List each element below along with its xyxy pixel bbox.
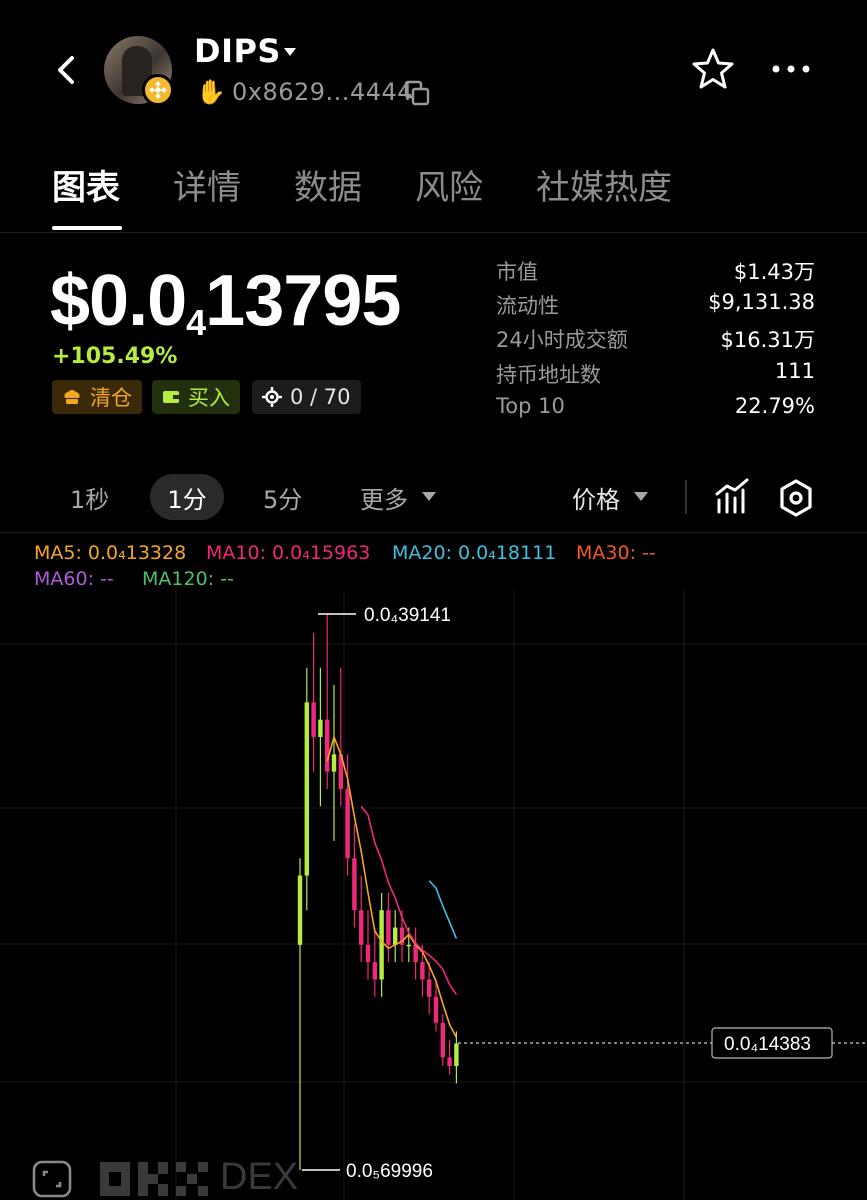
hand-icon: ✋ xyxy=(196,78,226,106)
ma20-label: MA20: 0.0₄18111 xyxy=(392,542,557,564)
candle-body xyxy=(311,702,316,737)
candle-body xyxy=(325,719,330,772)
ma60-label: MA60: -- xyxy=(34,568,114,590)
stat-label-volume: 24小时成交额 xyxy=(496,328,628,352)
stat-value-holders: 111 xyxy=(774,359,815,383)
price-change: +105.49% xyxy=(52,344,178,369)
active-tab-indicator xyxy=(52,226,122,230)
sell-all-button[interactable]: 清仓 xyxy=(52,380,142,414)
chevron-down-icon[interactable] xyxy=(422,492,436,501)
candle-body xyxy=(420,962,425,980)
ma20-line xyxy=(428,880,458,939)
candle-body xyxy=(352,858,357,911)
chef-hat-icon xyxy=(62,388,82,406)
candle-body xyxy=(372,962,377,980)
okx-logo-icon xyxy=(100,1162,208,1196)
candle-body xyxy=(433,996,439,1023)
divider xyxy=(0,532,867,533)
candle-body xyxy=(447,1057,452,1067)
divider xyxy=(685,480,687,514)
candle-body xyxy=(318,719,323,737)
stat-value-top10: 22.79% xyxy=(734,394,815,418)
candle-body xyxy=(406,944,411,947)
candle-body xyxy=(440,1022,445,1058)
current-price-label: 0.0₄14383 xyxy=(724,1034,811,1055)
candle-body xyxy=(386,910,391,945)
indicator-icon[interactable] xyxy=(715,478,749,514)
interval-5m[interactable]: 5分 xyxy=(263,480,302,515)
candle-body xyxy=(331,754,337,772)
stat-label-top10: Top 10 xyxy=(496,394,565,418)
price-chart[interactable]: 0.0₄39141 0.0₅69996 0.0₄14383 xyxy=(0,590,867,1200)
stat-value-liquidity: $9,131.38 xyxy=(708,290,815,314)
ma120-label: MA120: -- xyxy=(142,568,234,590)
stat-label-market-cap: 市值 xyxy=(496,260,538,284)
chevron-down-icon[interactable] xyxy=(634,492,648,501)
tab-details[interactable]: 详情 xyxy=(173,160,241,209)
tab-chart[interactable]: 图表 xyxy=(52,160,120,209)
dex-watermark: DEX xyxy=(220,1156,299,1198)
interval-more[interactable]: 更多 xyxy=(360,480,408,515)
bnb-chain-icon xyxy=(142,74,174,106)
copy-icon[interactable] xyxy=(404,80,430,106)
ma30-label: MA30: -- xyxy=(576,542,656,564)
stat-value-market-cap: $1.43万 xyxy=(733,260,815,284)
interval-1s[interactable]: 1秒 xyxy=(70,480,109,515)
candle-body xyxy=(359,910,364,945)
buy-button[interactable]: 买入 xyxy=(152,380,240,414)
ma5-line xyxy=(326,734,458,1038)
tab-data[interactable]: 数据 xyxy=(294,160,362,209)
candle-body xyxy=(304,702,309,876)
price-mode-select[interactable]: 价格 xyxy=(572,480,620,515)
candle-body xyxy=(297,875,303,945)
candle-body xyxy=(393,927,398,945)
current-price: $0.0413795 xyxy=(50,261,401,343)
divider xyxy=(0,232,867,233)
interval-1m[interactable]: 1分 xyxy=(150,474,224,520)
wallet-icon xyxy=(162,389,180,405)
target-icon xyxy=(262,387,282,407)
ma10-label: MA10: 0.0₄15963 xyxy=(206,542,371,564)
candle-body xyxy=(427,979,432,997)
token-name[interactable]: DIPS xyxy=(194,32,281,70)
fullscreen-icon[interactable] xyxy=(32,1160,72,1198)
tab-social[interactable]: 社媒热度 xyxy=(536,160,672,209)
more-icon[interactable] xyxy=(770,56,812,82)
back-arrow-icon[interactable] xyxy=(48,50,84,90)
target-count-button[interactable]: 0 / 70 xyxy=(252,380,361,414)
candle-body xyxy=(379,910,384,980)
ma5-label: MA5: 0.0₄13328 xyxy=(34,542,187,564)
chart-high-label: 0.0₄39141 xyxy=(364,605,451,626)
tab-risk[interactable]: 风险 xyxy=(415,160,483,209)
stat-value-volume: $16.31万 xyxy=(720,328,815,352)
contract-address: 0x8629...4444 xyxy=(232,78,414,106)
chevron-down-icon[interactable] xyxy=(284,48,296,56)
candle-body xyxy=(345,788,350,859)
settings-icon[interactable] xyxy=(778,479,814,517)
candle-body xyxy=(365,944,371,963)
candle-body xyxy=(454,1043,459,1067)
stat-label-holders: 持币地址数 xyxy=(496,363,601,387)
star-icon[interactable] xyxy=(690,46,736,92)
stat-label-liquidity: 流动性 xyxy=(496,294,559,318)
chart-low-label: 0.0₅69996 xyxy=(346,1161,433,1182)
